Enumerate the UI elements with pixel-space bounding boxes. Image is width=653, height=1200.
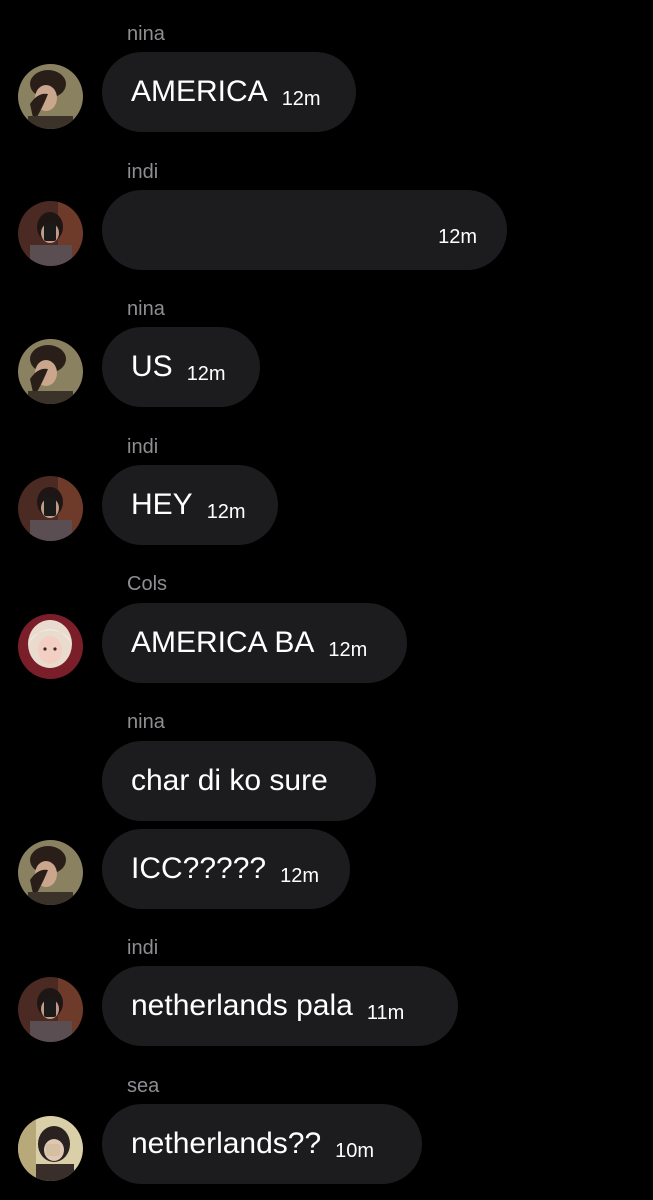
indi-avatar[interactable] [18,977,83,1042]
sender-name: indi [127,937,159,959]
sender-name: indi [127,436,159,458]
message-text: AMERICA BA [131,626,315,659]
message-bubble[interactable]: US 12m [102,327,260,407]
message-text: char di ko sure [131,764,328,797]
message-bubble[interactable]: HEY 12m [102,465,278,545]
message-text: netherlands pala [131,989,353,1022]
message-time: 12m [186,363,226,385]
sea-avatar[interactable] [18,1116,83,1181]
message-time: 12m [328,639,368,661]
message-text: ICC????? [131,852,267,885]
sender-name: Cols [127,573,168,595]
message-bubble[interactable]: AMERICA 12m [102,52,356,132]
sender-name: nina [127,23,165,45]
message-text: netherlands?? [131,1127,322,1160]
sender-name: nina [127,298,165,320]
message-time: 10m [335,1140,375,1162]
message-time: 12m [206,501,246,523]
sender-name: indi [127,161,159,183]
sender-name: sea [127,1075,160,1097]
nina-avatar[interactable] [18,64,83,129]
cols-avatar[interactable] [18,614,83,679]
indi-avatar[interactable] [18,201,83,266]
message-bubble[interactable]: netherlands?? 10m [102,1104,422,1184]
sender-name: nina [127,711,165,733]
message-text: HEY [131,488,193,521]
message-text: AMERICA [131,75,268,108]
nina-avatar[interactable] [18,339,83,404]
message-bubble[interactable]: 12m [102,190,507,270]
chat-thread: nina AMERICA 12m indi 12m nina US 12m in… [0,0,653,1200]
nina-avatar[interactable] [18,840,83,905]
message-bubble[interactable]: netherlands pala 11m [102,966,458,1046]
message-bubble[interactable]: ICC????? 12m [102,829,350,909]
message-bubble[interactable]: char di ko sure [102,741,376,821]
message-time: 11m [366,1002,405,1024]
indi-avatar[interactable] [18,476,83,541]
message-text: US [131,350,173,383]
message-time: 12m [281,88,321,110]
message-time: 12m [438,226,477,248]
message-time: 12m [280,865,319,887]
message-bubble[interactable]: AMERICA BA 12m [102,603,407,683]
